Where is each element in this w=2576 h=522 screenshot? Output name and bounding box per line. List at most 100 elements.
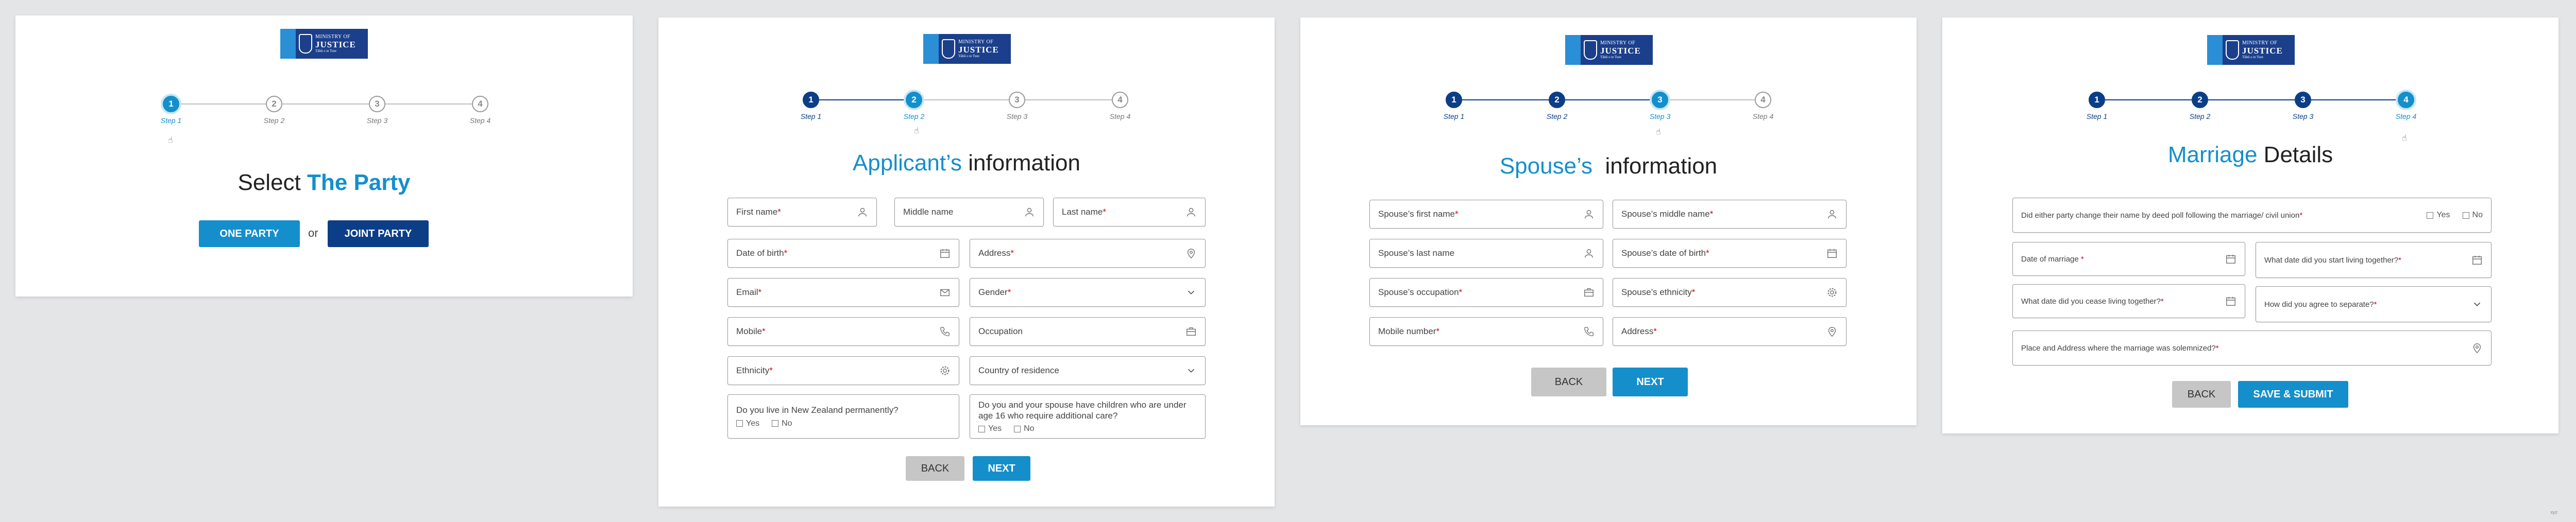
name-change-question: Did either party change their name by de… bbox=[2012, 198, 2492, 233]
spouse-ethnicity-field[interactable]: Spouse’s ethnicity* bbox=[1613, 278, 1846, 307]
occupation-field[interactable]: Occupation bbox=[970, 317, 1206, 346]
or-separator: or bbox=[308, 227, 318, 239]
spouse-date-of-birth-field[interactable]: Spouse’s date of birth* bbox=[1613, 239, 1846, 268]
step-1-indicator[interactable]: 1 bbox=[803, 92, 819, 108]
spouse-first-name-field[interactable]: Spouse’s first name* bbox=[1369, 200, 1603, 229]
name-change-yes-checkbox[interactable]: Yes bbox=[2427, 211, 2450, 220]
step-3-label: Step 3 bbox=[1006, 112, 1028, 120]
children-care-no-checkbox[interactable]: No bbox=[1014, 424, 1035, 433]
gender-select[interactable]: Gender* bbox=[970, 278, 1206, 307]
step-2-label: Step 2 bbox=[2189, 112, 2211, 120]
chevron-down-icon bbox=[1188, 369, 1195, 373]
joint-party-button[interactable]: JOINT PARTY bbox=[328, 220, 429, 247]
calendar-icon bbox=[2472, 255, 2482, 265]
back-button[interactable]: BACK bbox=[2172, 381, 2231, 408]
step-2-indicator[interactable]: 2 bbox=[2192, 92, 2208, 108]
step-1-indicator[interactable]: 1 bbox=[1446, 92, 1462, 108]
children-care-yes-checkbox[interactable]: Yes bbox=[978, 424, 1002, 433]
step-4-indicator[interactable]: 4 bbox=[472, 96, 488, 112]
person-icon bbox=[1584, 210, 1594, 219]
last-name-field[interactable]: Last name* bbox=[1053, 198, 1206, 227]
page-title: Spouse’s information bbox=[1499, 153, 1718, 179]
step-2-indicator[interactable]: 2 bbox=[266, 96, 282, 112]
step-3-indicator[interactable]: 3 bbox=[1009, 92, 1025, 108]
pointer-cursor-icon: ☝ bbox=[1656, 128, 1661, 136]
step-4-label: Step 4 bbox=[1752, 112, 1774, 120]
crest-icon bbox=[299, 34, 312, 54]
briefcase-icon bbox=[1187, 327, 1196, 336]
stepper: 1 2 3 4 Step 1 Step 2 Step 3 Step 4 bbox=[2087, 92, 2416, 128]
step-2-label: Step 2 bbox=[903, 112, 925, 120]
mobile-field[interactable]: Mobile* bbox=[727, 317, 959, 346]
middle-name-field[interactable]: Middle name bbox=[894, 198, 1044, 227]
name-change-no-checkbox[interactable]: No bbox=[2462, 211, 2483, 220]
step-4-label: Step 4 bbox=[469, 116, 491, 125]
chevron-down-icon bbox=[1188, 290, 1195, 294]
calendar-icon bbox=[2226, 297, 2235, 306]
step-4-indicator[interactable]: 4 bbox=[2398, 92, 2414, 108]
location-pin-icon bbox=[2473, 343, 2481, 354]
pointer-cursor-icon: ☝ bbox=[2402, 134, 2407, 143]
location-pin-icon bbox=[1187, 249, 1195, 259]
step-3-indicator[interactable]: 3 bbox=[1652, 92, 1668, 108]
panel-select-party: MINISTRY OF JUSTICE Tāhū o te Ture 1 2 3 4… bbox=[15, 15, 633, 297]
step-1-label: Step 1 bbox=[2086, 112, 2108, 120]
stepper: 1 2 3 4 Step 1 Step 2 Step 3 Step 4 bbox=[801, 92, 1130, 128]
ethnicity-field[interactable]: Ethnicity* bbox=[727, 356, 959, 385]
step-3-label: Step 3 bbox=[2292, 112, 2314, 120]
person-icon bbox=[1827, 210, 1837, 219]
step-4-label: Step 4 bbox=[2395, 112, 2417, 120]
step-3-indicator[interactable]: 3 bbox=[2295, 92, 2311, 108]
save-submit-button[interactable]: SAVE & SUBMIT bbox=[2238, 381, 2348, 408]
marriage-place-address-field[interactable]: Place and Address where the marriage was… bbox=[2012, 330, 2492, 366]
step-1-indicator[interactable]: 1 bbox=[2089, 92, 2105, 108]
first-name-field[interactable]: First name* bbox=[727, 198, 877, 227]
spouse-occupation-field[interactable]: Spouse’s occupation* bbox=[1369, 278, 1603, 307]
email-field[interactable]: Email* bbox=[727, 278, 959, 307]
calendar-icon bbox=[2226, 254, 2235, 264]
spouse-middle-name-field[interactable]: Spouse’s middle name* bbox=[1613, 200, 1846, 229]
ministry-logo: MINISTRY OF JUSTICE Tāhū o te Ture bbox=[2207, 35, 2295, 65]
spouse-mobile-number-field[interactable]: Mobile number* bbox=[1369, 317, 1603, 346]
one-party-button[interactable]: ONE PARTY bbox=[199, 220, 300, 247]
person-icon bbox=[858, 207, 867, 217]
gear-icon bbox=[940, 366, 950, 375]
stepper: 1 2 3 4 Step 1 Step 2 Step 3 Step 4 bbox=[1444, 92, 1773, 128]
nz-permanent-yes-checkbox[interactable]: Yes bbox=[736, 419, 759, 428]
step-1-label: Step 1 bbox=[800, 112, 822, 120]
person-icon bbox=[1025, 207, 1034, 217]
agree-to-separate-select[interactable]: How did you agree to separate?* bbox=[2256, 286, 2492, 322]
location-pin-icon bbox=[1828, 327, 1836, 337]
phone-icon bbox=[1584, 327, 1594, 336]
start-living-together-field[interactable]: What date did you start living together?… bbox=[2256, 242, 2492, 278]
crest-icon bbox=[1584, 40, 1597, 60]
page-title: Marriage Details bbox=[2167, 142, 2333, 167]
spouse-last-name-field[interactable]: Spouse’s last name bbox=[1369, 239, 1603, 268]
briefcase-icon bbox=[1584, 288, 1594, 297]
spouse-address-field[interactable]: Address* bbox=[1613, 317, 1846, 346]
date-of-birth-field[interactable]: Date of birth* bbox=[727, 239, 959, 268]
step-4-indicator[interactable]: 4 bbox=[1112, 92, 1128, 108]
back-button[interactable]: BACK bbox=[1531, 368, 1606, 396]
step-2-indicator[interactable]: 2 bbox=[1549, 92, 1565, 108]
step-2-label: Step 2 bbox=[263, 116, 285, 125]
address-field[interactable]: Address* bbox=[970, 239, 1206, 268]
country-of-residence-select[interactable]: Country of residence bbox=[970, 356, 1206, 385]
crest-icon bbox=[2226, 40, 2239, 60]
person-icon bbox=[1584, 249, 1594, 258]
person-icon bbox=[1187, 207, 1196, 217]
cease-living-together-field[interactable]: What date did you cease living together?… bbox=[2012, 284, 2245, 318]
step-2-indicator[interactable]: 2 bbox=[906, 92, 922, 108]
nz-permanent-no-checkbox[interactable]: No bbox=[772, 419, 792, 428]
step-4-indicator[interactable]: 4 bbox=[1755, 92, 1771, 108]
gear-icon bbox=[1827, 288, 1837, 297]
back-button[interactable]: BACK bbox=[906, 456, 964, 481]
step-3-label: Step 3 bbox=[1649, 112, 1671, 120]
next-button[interactable]: NEXT bbox=[973, 456, 1030, 481]
pointer-cursor-icon: ☝ bbox=[168, 136, 173, 145]
step-1-indicator[interactable]: 1 bbox=[163, 96, 179, 112]
date-of-marriage-field[interactable]: Date of marriage * bbox=[2012, 242, 2245, 276]
ministry-logo: MINISTRY OF JUSTICE Tāhū o te Ture bbox=[923, 34, 1011, 64]
next-button[interactable]: NEXT bbox=[1613, 368, 1688, 396]
step-3-indicator[interactable]: 3 bbox=[369, 96, 385, 112]
